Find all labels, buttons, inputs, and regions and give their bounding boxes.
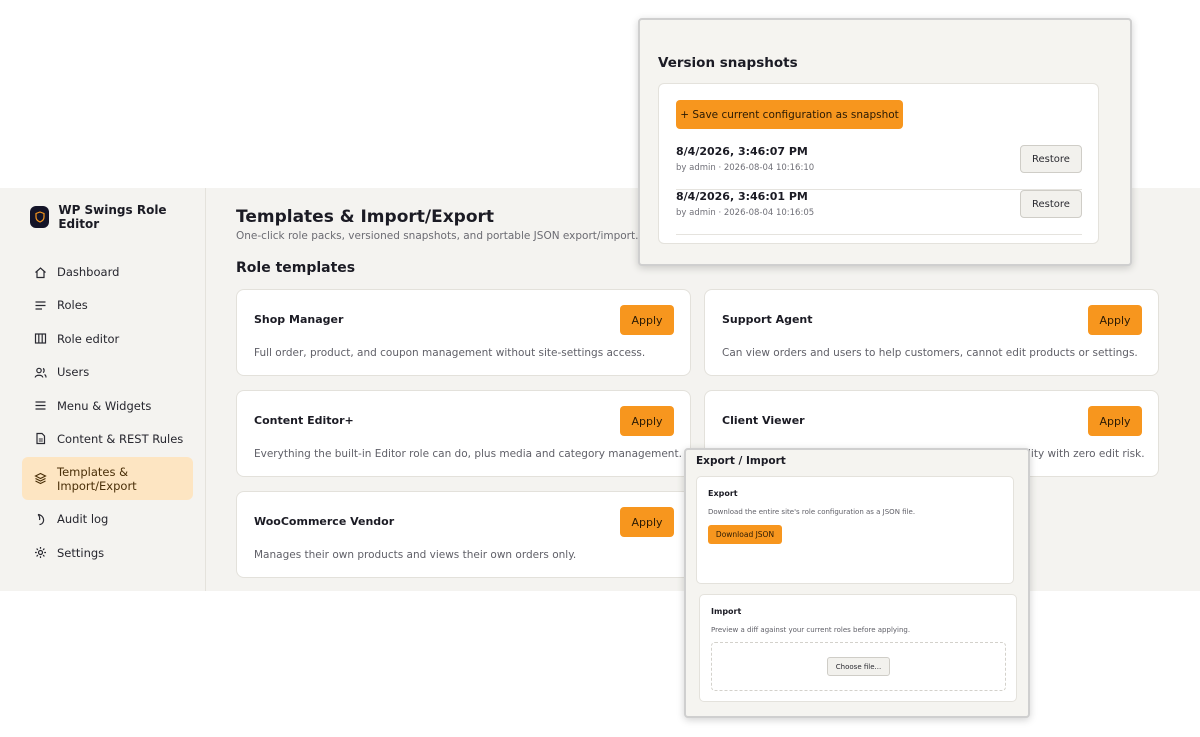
sidebar-item-role-editor[interactable]: Role editor [22,324,193,354]
template-description: lity with zero edit risk. [1028,448,1145,460]
template-card-woocommerce-vendor: WooCommerce Vendor Apply Manages their o… [236,491,691,578]
shield-logo-icon [30,206,50,228]
snapshot-row: 8/4/2026, 3:46:01 PM by admin · 2026-08-… [676,190,1082,235]
page-subtitle: One-click role packs, versioned snapshot… [236,230,639,242]
sidebar-item-label: Templates & Import/Export [57,464,137,493]
apply-button[interactable]: Apply [620,507,674,537]
snapshot-date: 8/4/2026, 3:46:07 PM [676,145,808,158]
export-card: Export Download the entire site's role c… [696,476,1014,584]
template-card-support-agent: Support Agent Apply Can view orders and … [704,289,1159,376]
template-description: Can view orders and users to help custom… [722,347,1138,359]
choose-file-button[interactable]: Choose file... [827,657,890,676]
sidebar-item-audit-log[interactable]: Audit log [22,504,193,534]
sidebar-item-settings[interactable]: Settings [22,538,193,568]
sidebar-item-users[interactable]: Users [22,357,193,387]
apply-button[interactable]: Apply [1088,406,1142,436]
snapshot-date: 8/4/2026, 3:46:01 PM [676,190,808,203]
download-json-button[interactable]: Download JSON [708,525,782,544]
file-drop-zone[interactable]: Choose file... [711,642,1006,691]
sidebar-item-label: Content & REST Rules [57,431,184,446]
sidebar-item-dashboard[interactable]: Dashboard [22,257,193,287]
brand: WP Swings Role Editor [22,203,193,231]
sidebar-item-roles[interactable]: Roles [22,290,193,320]
page-title: Templates & Import/Export [236,207,495,227]
template-name: Support Agent [722,313,813,326]
columns-icon [33,332,47,346]
import-description: Preview a diff against your current role… [711,626,911,634]
users-icon [33,365,47,379]
sidebar-nav: Dashboard Roles Role editor Users Menu &… [22,257,193,568]
export-import-panel: Export / Import Export Download the enti… [684,448,1030,718]
sidebar-item-menu-widgets[interactable]: Menu & Widgets [22,391,193,421]
sidebar-item-label: Settings [57,545,105,560]
template-description: Full order, product, and coupon manageme… [254,347,646,359]
menu-icon [33,399,47,413]
template-card-content-editor-plus: Content Editor+ Apply Everything the bui… [236,390,691,477]
import-title: Import [711,607,742,616]
save-snapshot-button[interactable]: + Save current configuration as snapshot [676,100,903,129]
app-edge [0,188,10,591]
sidebar: WP Swings Role Editor Dashboard Roles Ro… [10,188,206,591]
template-name: Content Editor+ [254,414,354,427]
snapshot-meta: by admin · 2026-08-04 10:16:05 [676,208,815,218]
sidebar-item-label: Roles [57,298,88,313]
snapshot-row: 8/4/2026, 3:46:07 PM by admin · 2026-08-… [676,145,1082,190]
version-snapshots-panel: Version snapshots + Save current configu… [638,18,1132,266]
apply-button[interactable]: Apply [620,406,674,436]
restore-button[interactable]: Restore [1020,190,1082,218]
sidebar-item-templates-import-export[interactable]: Templates & Import/Export [22,457,193,501]
template-description: Everything the built-in Editor role can … [254,448,682,460]
sidebar-item-label: Role editor [57,331,120,346]
template-name: WooCommerce Vendor [254,515,395,528]
section-title-role-templates: Role templates [236,260,356,276]
export-import-title: Export / Import [696,455,786,467]
snapshots-title: Version snapshots [658,55,798,71]
apply-button[interactable]: Apply [1088,305,1142,335]
snapshot-meta: by admin · 2026-08-04 10:16:10 [676,163,815,173]
template-name: Shop Manager [254,313,344,326]
document-icon [33,432,47,446]
list-icon [33,298,47,312]
sidebar-item-label: Dashboard [57,265,120,279]
template-description: Manages their own products and views the… [254,549,577,561]
apply-button[interactable]: Apply [620,305,674,335]
sidebar-item-label: Users [57,365,90,380]
brand-title: WP Swings Role Editor [58,203,167,231]
screenshot-stage: WP Swings Role Editor Dashboard Roles Ro… [0,0,1200,737]
restore-button[interactable]: Restore [1020,145,1082,173]
sidebar-item-content-rest-rules[interactable]: Content & REST Rules [22,424,193,454]
template-card-shop-manager: Shop Manager Apply Full order, product, … [236,289,691,376]
sidebar-item-label: Menu & Widgets [57,398,152,413]
home-icon [33,265,47,279]
import-card: Import Preview a diff against your curre… [699,594,1017,702]
export-title: Export [708,489,738,498]
snapshots-card: + Save current configuration as snapshot… [658,83,1099,244]
export-description: Download the entire site's role configur… [708,508,916,516]
history-icon [33,512,47,526]
sidebar-item-label: Audit log [57,512,109,527]
layers-icon [33,472,47,486]
gear-icon [33,546,47,560]
template-name: Client Viewer [722,414,805,427]
